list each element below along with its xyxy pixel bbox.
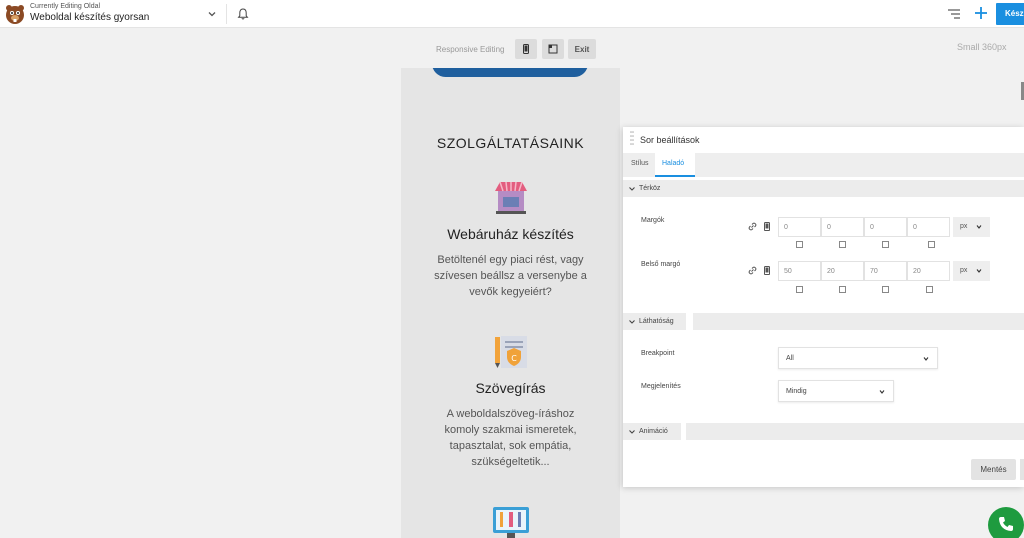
margin-right-input[interactable]: 0: [821, 217, 864, 237]
padding-unit-select[interactable]: px: [953, 261, 990, 281]
bell-icon[interactable]: [236, 7, 250, 21]
save-button[interactable]: Mentés: [971, 459, 1016, 480]
currently-editing-label: Currently Editing Oldal: [30, 3, 101, 10]
design-tools-icon: [493, 507, 529, 538]
margin-bottom-input[interactable]: 0: [864, 217, 907, 237]
service-description: A weboldalszöveg-íráshoz komoly szakmai …: [423, 406, 598, 470]
preview-cta-button[interactable]: [432, 68, 588, 77]
tablet-icon: [548, 44, 558, 54]
service-title: Webáruház készítés: [447, 226, 574, 242]
display-select[interactable]: Mindig: [778, 380, 894, 402]
side-bottom-icon: [882, 286, 889, 293]
mobile-preview: SZOLGÁLTATÁSAINK Webáruház készítés Betö…: [401, 68, 620, 538]
description-line: A weboldalszöveg-íráshoz: [446, 408, 575, 420]
side-left-icon: [928, 241, 935, 248]
side-right-icon: [839, 286, 846, 293]
description-line: komoly szakmai ismeretek,: [444, 424, 577, 436]
add-content-icon[interactable]: [973, 5, 989, 21]
device-icon[interactable]: [764, 266, 770, 275]
description-line: szívesen beállsz a versenybe a: [434, 270, 587, 282]
chevron-down-icon: [629, 187, 635, 191]
animation-section-label: Animáció: [639, 428, 668, 435]
visibility-section-header[interactable]: Láthatóság: [623, 313, 686, 330]
margins-label: Margók: [641, 217, 665, 224]
section-header-bar: [693, 313, 1024, 330]
chevron-down-icon: [629, 320, 635, 324]
top-bar: Currently Editing Oldal Weboldal készíté…: [0, 0, 1024, 28]
chevron-down-icon[interactable]: [206, 8, 218, 20]
padding-top-input[interactable]: 50: [778, 261, 821, 281]
padding-left-input[interactable]: 20: [907, 261, 950, 281]
panel-title: Sor beállítások: [640, 135, 700, 145]
margin-top-input[interactable]: 0: [778, 217, 821, 237]
padding-label: Belső margó: [641, 261, 681, 268]
row-settings-panel: Sor beállítások Stílus Haladó Térköz Mar…: [623, 127, 1024, 487]
animation-section-header[interactable]: Animáció: [623, 423, 681, 440]
padding-bottom-input[interactable]: 70: [864, 261, 907, 281]
unit-label: px: [960, 267, 968, 274]
settings-tabs: Stílus Haladó: [623, 153, 1024, 177]
description-line: vevők kegyeiért?: [469, 286, 552, 298]
svg-text:C: C: [511, 354, 517, 363]
shop-icon: [495, 181, 527, 214]
breakpoint-label: Breakpoint: [641, 350, 675, 357]
link-values-icon[interactable]: [748, 266, 757, 275]
call-button[interactable]: [988, 507, 1024, 538]
tab-advanced-label: Haladó: [662, 160, 685, 167]
chevron-down-icon: [923, 357, 929, 361]
tab-style[interactable]: Stílus: [631, 160, 649, 167]
breakpoint-select[interactable]: All: [778, 347, 938, 369]
exit-responsive-button[interactable]: Exit: [568, 39, 596, 59]
tab-advanced[interactable]: Haladó: [655, 153, 695, 177]
more-button[interactable]: [1020, 459, 1024, 480]
padding-right-input[interactable]: 20: [821, 261, 864, 281]
chevron-down-icon: [629, 430, 635, 434]
divider: [226, 4, 227, 24]
device-icon[interactable]: [764, 222, 770, 231]
margin-unit-select[interactable]: px: [953, 217, 990, 237]
visibility-section-label: Láthatóság: [639, 318, 674, 325]
chevron-down-icon: [976, 225, 982, 229]
side-top-icon: [796, 241, 803, 248]
drag-handle-icon[interactable]: [630, 130, 634, 148]
side-bottom-icon: [882, 241, 889, 248]
service-title: Szövegírás: [475, 380, 546, 396]
outline-list-icon[interactable]: [946, 7, 962, 21]
display-value: Mindig: [786, 388, 807, 395]
spacing-section-label: Térköz: [639, 185, 661, 192]
phone-call-icon: [999, 517, 1013, 531]
description-line: szükségeltetik...: [471, 456, 550, 468]
spacing-section-header[interactable]: Térköz: [623, 180, 1024, 197]
description-line: Betöltenél egy piaci rést, vagy: [437, 254, 584, 266]
breakpoint-value: All: [786, 355, 794, 362]
chevron-down-icon: [976, 269, 982, 273]
section-title: SZOLGÁLTATÁSAINK: [436, 135, 585, 151]
breakpoint-size-label: Small 360px: [957, 42, 1007, 52]
service-description: Betöltenél egy piaci rést, vagy szívesen…: [423, 252, 598, 300]
display-label: Megjelenítés: [641, 383, 681, 390]
tablet-view-button[interactable]: [542, 39, 564, 59]
beaver-logo-icon: [6, 5, 24, 24]
unit-label: px: [960, 223, 968, 230]
chevron-down-icon: [879, 390, 885, 394]
margin-left-input[interactable]: 0: [907, 217, 950, 237]
phone-view-button[interactable]: [515, 39, 537, 59]
phone-icon: [523, 44, 529, 54]
side-left-icon: [926, 286, 933, 293]
copywriting-icon: C: [495, 336, 527, 368]
side-right-icon: [839, 241, 846, 248]
description-line: tapasztalat, sok empátia,: [449, 440, 572, 452]
done-button[interactable]: Kész: [996, 3, 1024, 25]
page-title[interactable]: Weboldal készítés gyorsan: [30, 12, 149, 23]
link-values-icon[interactable]: [748, 222, 757, 231]
section-header-bar: [686, 423, 1024, 440]
side-top-icon: [796, 286, 803, 293]
responsive-editing-label: Responsive Editing: [436, 45, 505, 54]
